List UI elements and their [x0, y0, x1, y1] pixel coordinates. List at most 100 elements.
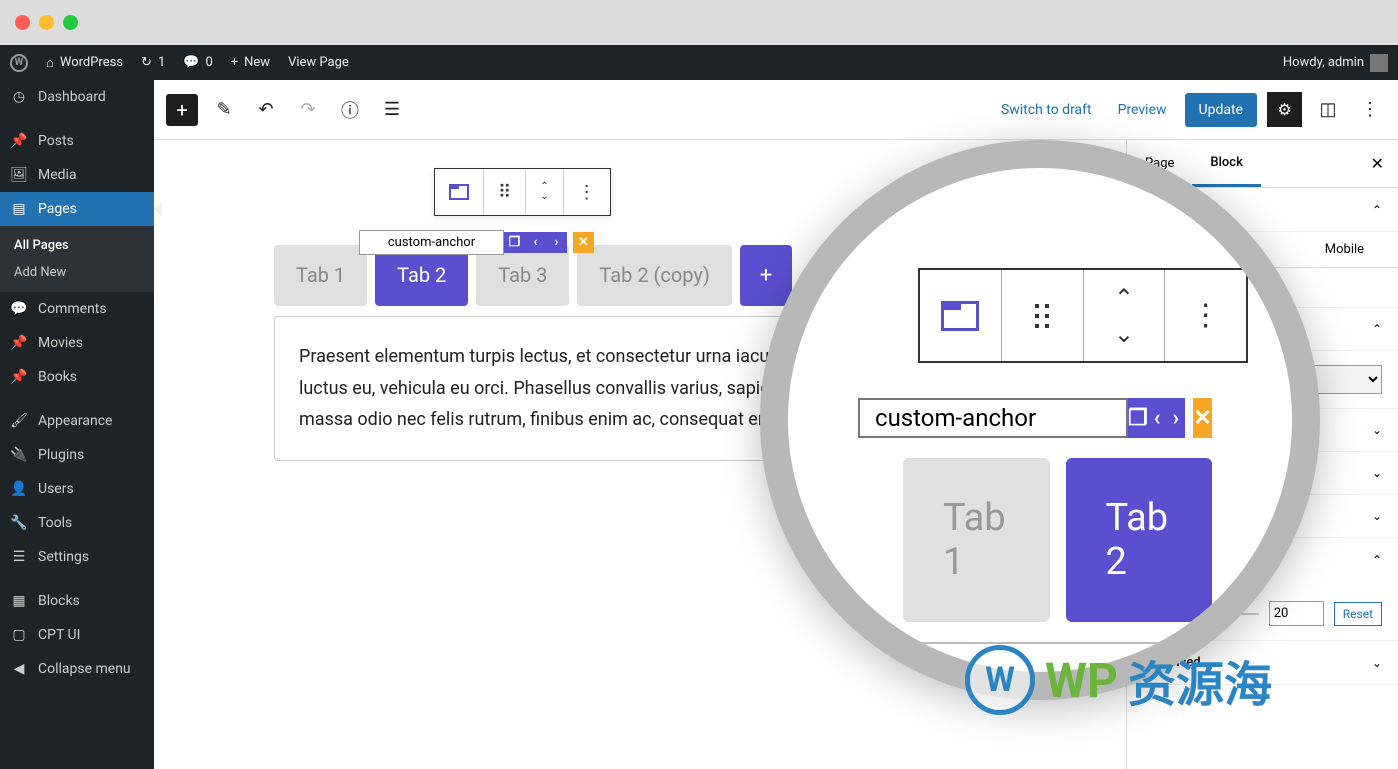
pin-icon: 📌 — [10, 368, 28, 386]
minimize-window-icon[interactable] — [39, 15, 54, 30]
sidebar-item-label: Settings — [38, 549, 89, 565]
magnified-tabs: Tab 1 Tab 2 — [903, 458, 1212, 622]
comment-icon: 💬 — [183, 55, 199, 70]
edit-mode-button[interactable]: ✎ — [208, 94, 240, 126]
block-toolbar: ⠿ ⌃⌄ ⋮ — [434, 168, 611, 216]
sidebar-item-posts[interactable]: 📌Posts — [0, 124, 154, 158]
sidebar-item-label: Appearance — [38, 413, 112, 429]
anchor-input[interactable] — [359, 230, 504, 255]
tab-block-icon — [449, 184, 469, 200]
sidebar-item-movies[interactable]: 📌Movies — [0, 326, 154, 360]
sidebar-item-label: Books — [38, 369, 77, 385]
tab-item-active: Tab 2 — [1066, 458, 1213, 622]
tab-block[interactable]: Block — [1192, 141, 1260, 187]
sidebar-item-dashboard[interactable]: ◷ Dashboard — [0, 80, 154, 114]
dashboard-icon: ◷ — [10, 88, 28, 106]
settings-toggle-button[interactable]: ⚙ — [1267, 92, 1302, 127]
close-inspector-button[interactable]: ✕ — [1357, 140, 1398, 187]
sidebar-item-cptui[interactable]: ▢CPT UI — [0, 618, 154, 652]
move-down-button[interactable]: ⌄ — [540, 192, 548, 202]
anchor-controls: ❐ ‹ › ✕ — [359, 230, 594, 255]
media-icon: 🖼 — [10, 166, 28, 184]
sidebar-item-users[interactable]: 👤Users — [0, 472, 154, 506]
sidebar-item-label: Tools — [38, 515, 72, 531]
wrench-icon: 🔧 — [10, 514, 28, 532]
sidebar-item-tools[interactable]: 🔧 Tools — [0, 506, 154, 540]
submenu-all-pages[interactable]: All Pages — [0, 232, 154, 259]
sidebar-item-books[interactable]: 📌 Books — [0, 360, 154, 394]
sidebar-item-settings[interactable]: ☰ Settings — [0, 540, 154, 574]
sidebar-collapse[interactable]: ◀ Collapse menu — [0, 652, 154, 686]
tab-item[interactable]: Tab 1 — [274, 245, 367, 306]
chevron-up-icon: ⌃ — [1114, 284, 1134, 312]
account-link[interactable]: Howdy, admin — [1283, 54, 1388, 72]
magnifier-overlay: ⌃⌄ ⋮ ❐ ‹ › ✕ Tab 1 Tab 2 Praesent ele — [760, 140, 1320, 700]
preview-button[interactable]: Preview — [1110, 94, 1175, 126]
grid-icon: ▦ — [10, 592, 28, 610]
chevron-down-icon: ⌄ — [1372, 656, 1382, 670]
sidebar-item-appearance[interactable]: 🖌Appearance — [0, 404, 154, 438]
device-tab-mobile[interactable]: Mobile — [1291, 232, 1398, 267]
sidebar-item-label: Pages — [38, 201, 77, 217]
squares-icon: ▢ — [10, 626, 28, 644]
comments-link[interactable]: 💬0 — [183, 55, 213, 70]
font-size-input[interactable] — [1269, 601, 1324, 626]
watermark-text: 资源海 — [1128, 645, 1272, 715]
sidebar-item-label: Plugins — [38, 447, 84, 463]
chevron-up-icon: ⌃ — [1372, 322, 1382, 336]
sidebar-item-label: Posts — [38, 133, 74, 149]
more-block-options[interactable]: ⋮ — [564, 169, 610, 215]
undo-button[interactable]: ↶ — [250, 94, 282, 126]
wp-admin-bar: W ⌂WordPress ↻1 💬0 +New View Page Howdy,… — [0, 45, 1398, 80]
move-tab-left-button: ‹ — [1148, 398, 1167, 438]
redo-button[interactable]: ↷ — [292, 94, 324, 126]
site-name-link[interactable]: ⌂WordPress — [46, 55, 123, 71]
move-tab-left-button[interactable]: ‹ — [525, 232, 546, 253]
tab-item[interactable]: Tab 2 (copy) — [577, 245, 731, 306]
sidebar-item-pages[interactable]: ▤ Pages — [0, 192, 154, 226]
duplicate-tab-button: ❐ — [1128, 398, 1148, 438]
sliders-icon: ☰ — [10, 548, 28, 566]
wordpress-logo-icon: W — [965, 645, 1035, 715]
new-content-link[interactable]: +New — [231, 55, 270, 70]
drag-handle[interactable]: ⠿ — [484, 169, 526, 215]
chevron-up-icon: ⌃ — [1372, 203, 1382, 217]
tab-item: Tab 1 — [903, 458, 1050, 622]
maximize-window-icon[interactable] — [63, 15, 78, 30]
view-page-link[interactable]: View Page — [288, 55, 349, 70]
add-tab-button[interactable]: + — [740, 245, 792, 306]
info-button[interactable]: ⓘ — [334, 94, 366, 126]
sidebar-item-label: Collapse menu — [38, 661, 131, 677]
delete-tab-button[interactable]: ✕ — [573, 232, 594, 253]
move-tab-right-button[interactable]: › — [546, 232, 567, 253]
avatar — [1370, 54, 1388, 72]
outline-button[interactable]: ☰ — [376, 94, 408, 126]
chevron-down-icon: ⌄ — [1372, 466, 1382, 480]
sidebar-item-comments[interactable]: 💬Comments — [0, 292, 154, 326]
more-options-button[interactable]: ⋮ — [1354, 94, 1386, 126]
block-type-icon — [920, 270, 1002, 361]
sidebar-item-plugins[interactable]: 🔌Plugins — [0, 438, 154, 472]
sidebar-item-media[interactable]: 🖼Media — [0, 158, 154, 192]
user-icon: 👤 — [10, 480, 28, 498]
switch-to-draft-button[interactable]: Switch to draft — [993, 94, 1100, 126]
chevron-down-icon: ⌄ — [1372, 423, 1382, 437]
move-arrows: ⌃⌄ — [526, 169, 563, 215]
watermark: W WP资源海 — [965, 645, 1272, 715]
view-button[interactable]: ◫ — [1312, 94, 1344, 126]
wordpress-logo-icon[interactable]: W — [10, 54, 28, 72]
sidebar-item-label: Dashboard — [38, 89, 106, 105]
close-window-icon[interactable] — [15, 15, 30, 30]
updates-link[interactable]: ↻1 — [141, 55, 165, 70]
reset-button[interactable]: Reset — [1334, 602, 1382, 626]
submenu-add-new[interactable]: Add New — [0, 259, 154, 286]
sidebar-item-blocks[interactable]: ▦Blocks — [0, 584, 154, 618]
update-button[interactable]: Update — [1185, 93, 1257, 127]
add-block-button[interactable]: + — [166, 94, 198, 126]
collapse-icon: ◀ — [10, 660, 28, 678]
magnified-block-toolbar: ⌃⌄ ⋮ — [918, 268, 1248, 363]
block-type-icon[interactable] — [435, 169, 484, 215]
page-icon: ▤ — [10, 200, 28, 218]
plus-icon: + — [231, 55, 238, 70]
duplicate-tab-button[interactable]: ❐ — [504, 232, 525, 253]
